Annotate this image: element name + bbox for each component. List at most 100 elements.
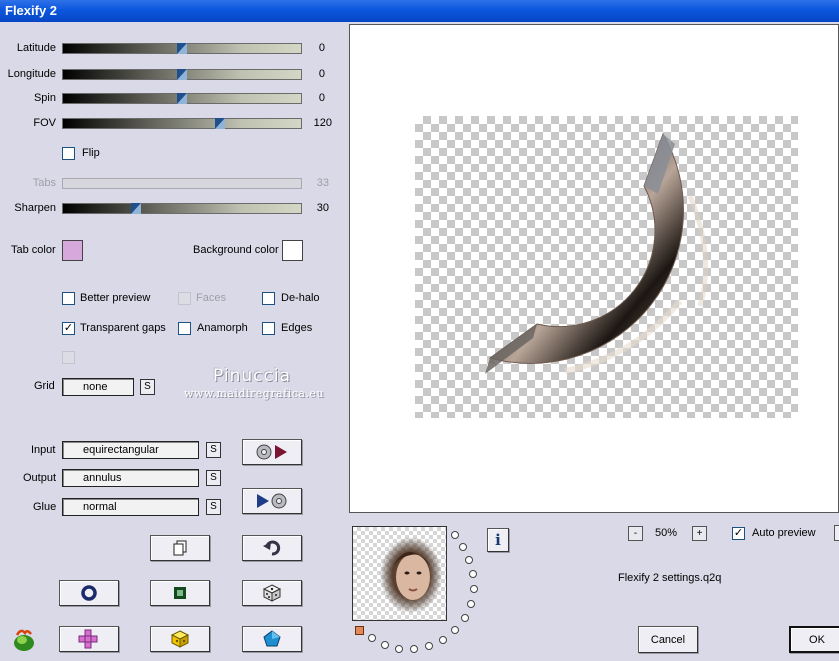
dice-icon bbox=[263, 584, 281, 602]
sharpen-slider-thumb[interactable] bbox=[131, 203, 141, 214]
input-label: Input bbox=[31, 444, 56, 456]
copy-button[interactable] bbox=[150, 535, 210, 561]
truncated-button[interactable] bbox=[834, 525, 839, 541]
output-select[interactable]: annulus bbox=[62, 469, 199, 487]
cancel-button-label: Cancel bbox=[650, 633, 686, 646]
cube-net-button[interactable] bbox=[59, 626, 119, 652]
info-icon: i bbox=[495, 531, 501, 549]
zoom-in-button[interactable]: + bbox=[692, 526, 707, 541]
glue-select-value: normal bbox=[83, 501, 117, 513]
play-disc-icon bbox=[257, 493, 287, 509]
output-select-value: annulus bbox=[83, 472, 122, 484]
input-select-value: equirectangular bbox=[83, 444, 159, 456]
rotation-dot[interactable] bbox=[425, 642, 433, 650]
rotation-dot[interactable] bbox=[461, 614, 469, 622]
de-halo-checkbox[interactable] bbox=[262, 292, 275, 305]
latitude-slider[interactable] bbox=[62, 43, 302, 54]
latitude-label: Latitude bbox=[16, 42, 56, 54]
tab-color-swatch[interactable] bbox=[62, 240, 83, 261]
rotation-dot[interactable] bbox=[368, 634, 376, 642]
preview-area[interactable] bbox=[349, 24, 839, 513]
sharpen-slider[interactable] bbox=[62, 203, 302, 214]
flexify-window: Flexify 2 Latitude 0 Longitude 0 Spin 0 … bbox=[0, 0, 839, 661]
better-preview-checkbox[interactable] bbox=[62, 292, 75, 305]
anamorph-label: Anamorph bbox=[197, 322, 248, 334]
undo-icon bbox=[263, 540, 281, 556]
longitude-slider[interactable] bbox=[62, 69, 302, 80]
rotation-dot[interactable] bbox=[410, 645, 418, 653]
glue-select[interactable]: normal bbox=[62, 498, 199, 516]
grid-select[interactable]: none bbox=[62, 378, 134, 396]
check-mark-icon: ✓ bbox=[63, 322, 74, 334]
ring-button[interactable] bbox=[59, 580, 119, 606]
square-button[interactable] bbox=[150, 580, 210, 606]
spin-value: 0 bbox=[318, 92, 325, 104]
save-preset-button[interactable] bbox=[242, 488, 302, 514]
rotation-dot[interactable] bbox=[395, 645, 403, 653]
zoom-level: 50% bbox=[655, 527, 678, 539]
pentagon-icon bbox=[263, 630, 281, 647]
tab-color-label: Tab color bbox=[11, 244, 56, 256]
load-preset-button[interactable] bbox=[242, 439, 302, 465]
flip-checkbox[interactable] bbox=[62, 147, 75, 160]
ok-button[interactable]: OK bbox=[789, 626, 839, 653]
watermark-url: www.maidiregrafica.eu bbox=[184, 387, 325, 400]
info-button[interactable]: i bbox=[487, 528, 509, 552]
rotation-origin-marker[interactable] bbox=[355, 626, 364, 635]
faces-checkbox bbox=[178, 292, 191, 305]
anamorph-checkbox[interactable] bbox=[178, 322, 191, 335]
dice-button[interactable] bbox=[242, 580, 302, 606]
tabs-value: 33 bbox=[316, 177, 329, 189]
transparent-gaps-checkbox[interactable]: ✓ bbox=[62, 322, 75, 335]
square-icon bbox=[174, 587, 186, 599]
fov-value: 120 bbox=[313, 117, 332, 129]
portrait-thumbnail-image bbox=[380, 537, 442, 613]
faces-label: Faces bbox=[196, 292, 226, 304]
rotation-dot[interactable] bbox=[470, 585, 478, 593]
cancel-button[interactable]: Cancel bbox=[638, 626, 698, 653]
latitude-value: 0 bbox=[318, 42, 325, 54]
flip-label: Flip bbox=[82, 147, 100, 159]
rotation-dot[interactable] bbox=[459, 543, 467, 551]
sharpen-label: Sharpen bbox=[14, 202, 56, 214]
rotation-dot[interactable] bbox=[451, 531, 459, 539]
spin-slider-thumb[interactable] bbox=[177, 93, 187, 104]
annulus-preview-image bbox=[485, 132, 709, 374]
input-s-button[interactable]: S bbox=[206, 442, 221, 458]
input-select[interactable]: equirectangular bbox=[62, 441, 199, 459]
tabs-slider bbox=[62, 178, 302, 189]
fov-label: FOV bbox=[33, 117, 56, 129]
source-thumbnail[interactable] bbox=[352, 526, 447, 621]
edges-checkbox[interactable] bbox=[262, 322, 275, 335]
sharpen-value: 30 bbox=[316, 202, 329, 214]
latitude-slider-thumb[interactable] bbox=[177, 43, 187, 54]
fov-slider-thumb[interactable] bbox=[215, 118, 225, 129]
undo-button[interactable] bbox=[242, 535, 302, 561]
longitude-slider-thumb[interactable] bbox=[177, 69, 187, 80]
spin-slider[interactable] bbox=[62, 93, 302, 104]
rotation-dot[interactable] bbox=[469, 570, 477, 578]
fov-slider[interactable] bbox=[62, 118, 302, 129]
cube-button[interactable] bbox=[150, 626, 210, 652]
copy-icon bbox=[173, 540, 187, 556]
output-s-button[interactable]: S bbox=[206, 470, 221, 486]
auto-preview-checkbox[interactable]: ✓ bbox=[732, 527, 745, 540]
pentagon-button[interactable] bbox=[242, 626, 302, 652]
zoom-out-button[interactable]: - bbox=[628, 526, 643, 541]
watermark-name: Pinuccia bbox=[213, 366, 291, 386]
settings-filename: Flexify 2 settings.q2q bbox=[618, 572, 722, 584]
rotation-dot[interactable] bbox=[465, 556, 473, 564]
flaming-pear-logo-icon bbox=[14, 629, 34, 651]
rotation-dot[interactable] bbox=[381, 641, 389, 649]
rotation-dot[interactable] bbox=[439, 636, 447, 644]
rotation-dot[interactable] bbox=[467, 600, 475, 608]
disabled-checkbox bbox=[62, 351, 75, 364]
better-preview-label: Better preview bbox=[80, 292, 151, 304]
grid-s-button[interactable]: S bbox=[140, 379, 155, 395]
disc-play-icon bbox=[256, 444, 287, 460]
background-color-swatch[interactable] bbox=[282, 240, 303, 261]
glue-s-button[interactable]: S bbox=[206, 499, 221, 515]
grid-select-value: none bbox=[83, 381, 108, 393]
rotation-dot[interactable] bbox=[451, 626, 459, 634]
transparent-gaps-label: Transparent gaps bbox=[80, 322, 166, 334]
